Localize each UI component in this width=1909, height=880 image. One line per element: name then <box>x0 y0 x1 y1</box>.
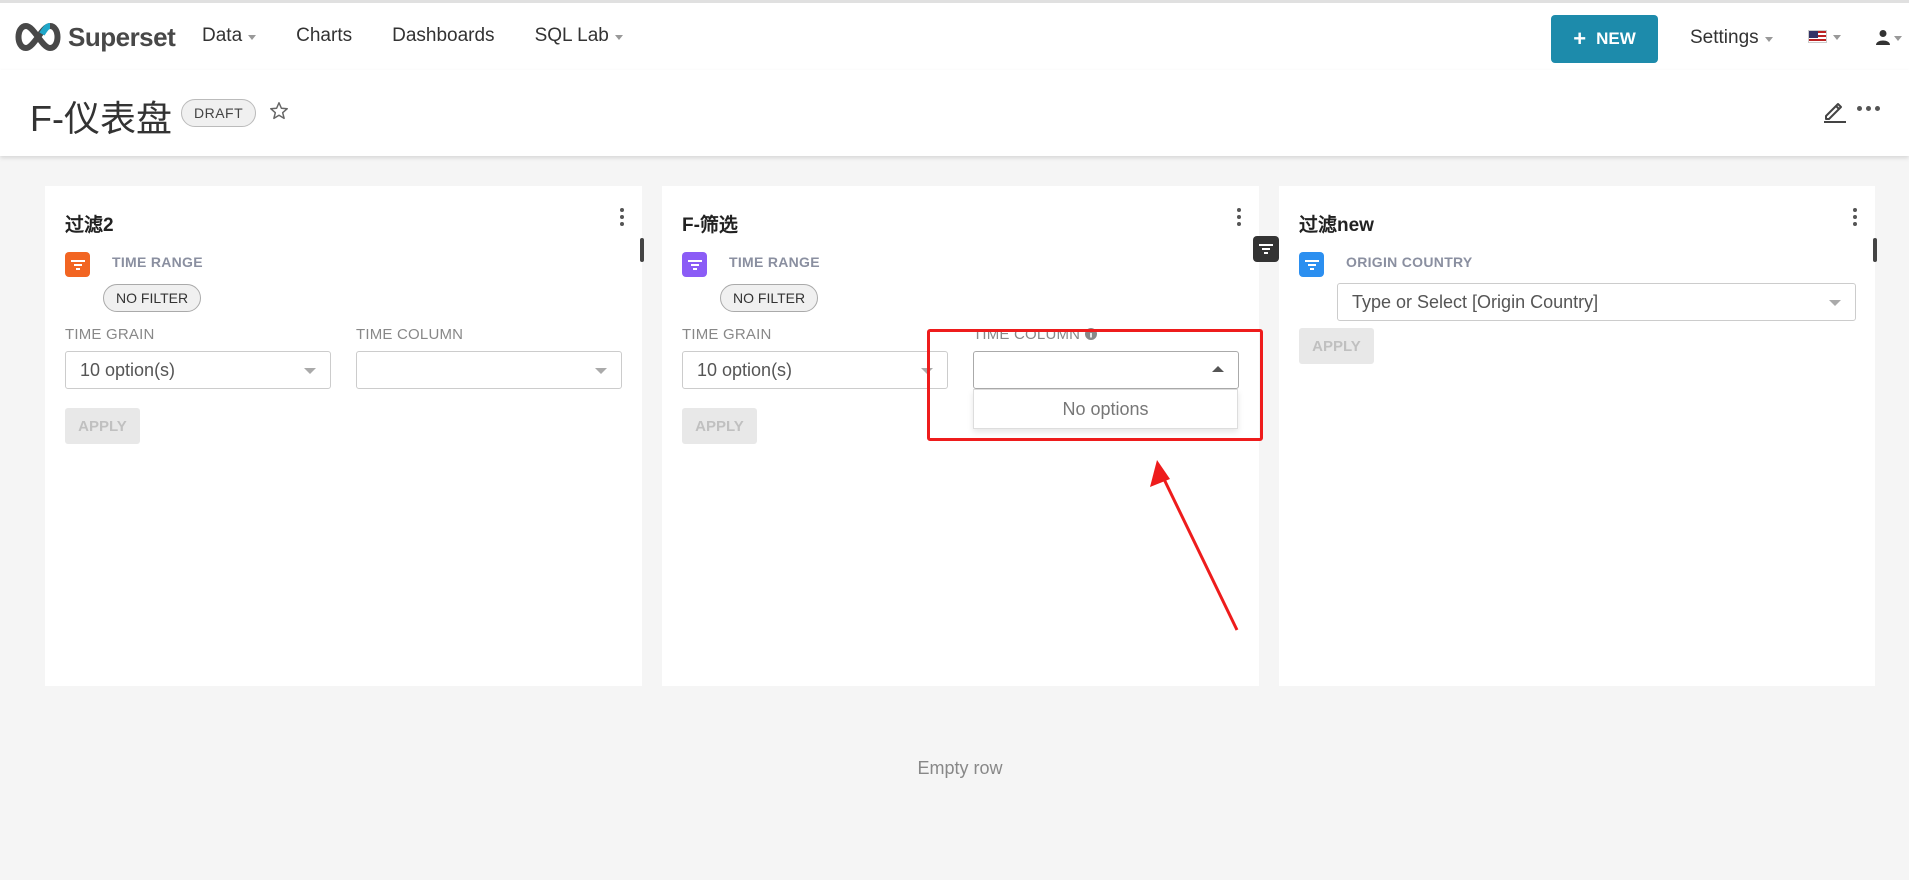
filter-indicator-icon[interactable] <box>1253 236 1279 262</box>
caret-down-icon <box>614 34 623 40</box>
brand-name: Superset <box>68 21 176 52</box>
annotation-arrow-icon <box>1150 460 1239 631</box>
dashboard-header: F-仪表盘 DRAFT <box>0 70 1909 156</box>
filter-icon <box>1299 252 1324 277</box>
main-nav: Data Charts Dashboards SQL Lab <box>202 25 623 47</box>
user-menu[interactable] <box>1876 29 1902 45</box>
more-horizontal-icon[interactable] <box>1857 106 1880 111</box>
time-grain-select[interactable]: 10 option(s) <box>65 351 331 389</box>
annotation-highlight-box <box>927 329 1263 441</box>
select-value: 10 option(s) <box>697 359 793 380</box>
filter-label: ORIGIN COUNTRY <box>1346 254 1473 270</box>
us-flag-icon <box>1808 30 1827 43</box>
new-button-label: NEW <box>1596 29 1636 48</box>
filter-label: TIME RANGE <box>729 254 820 270</box>
chevron-down-icon <box>595 368 607 374</box>
more-vertical-icon[interactable] <box>620 208 624 226</box>
resize-handle[interactable] <box>1873 238 1877 262</box>
caret-down-icon <box>1894 35 1902 41</box>
settings-menu[interactable]: Settings <box>1690 27 1773 49</box>
nav-item-label: Charts <box>296 25 353 46</box>
nav-item-sql-lab[interactable]: SQL Lab <box>535 25 623 47</box>
apply-button[interactable]: APPLY <box>65 408 140 444</box>
select-value: 10 option(s) <box>80 359 176 380</box>
filter-card-3: 过滤new ORIGIN COUNTRY Type or Select [Ori… <box>1279 186 1877 686</box>
top-navbar: Superset Data Charts Dashboards SQL Lab … <box>0 0 1909 70</box>
empty-row-label: Empty row <box>917 758 1003 778</box>
caret-down-icon <box>248 34 257 40</box>
card-title: F-筛选 <box>682 215 738 236</box>
filter-card-1: 过滤2 TIME RANGE NO FILTER TIME GRAIN 10 o… <box>45 186 644 686</box>
apply-button[interactable]: APPLY <box>682 408 757 444</box>
nav-item-label: Dashboards <box>392 25 495 46</box>
no-filter-badge[interactable]: NO FILTER <box>720 284 819 312</box>
nav-item-charts[interactable]: Charts <box>296 25 352 47</box>
origin-country-select[interactable]: Type or Select [Origin Country] <box>1337 283 1856 321</box>
status-badge: DRAFT <box>181 99 257 127</box>
star-icon[interactable] <box>268 100 290 122</box>
card-title: 过滤2 <box>65 215 114 236</box>
nav-item-dashboards[interactable]: Dashboards <box>392 25 494 47</box>
time-grain-label: TIME GRAIN <box>682 326 772 343</box>
plus-icon: + <box>1573 26 1587 51</box>
dashboard-title[interactable]: F-仪表盘 <box>30 90 172 142</box>
no-filter-badge[interactable]: NO FILTER <box>103 284 202 312</box>
nav-item-data[interactable]: Data <box>202 25 257 47</box>
filter-icon <box>65 252 90 277</box>
apply-button[interactable]: APPLY <box>1299 328 1374 364</box>
nav-item-label: Data <box>202 25 243 46</box>
filter-label: TIME RANGE <box>112 254 203 270</box>
card-title: 过滤new <box>1299 215 1374 236</box>
resize-handle[interactable] <box>640 238 644 262</box>
time-grain-label: TIME GRAIN <box>65 326 155 343</box>
more-vertical-icon[interactable] <box>1237 208 1241 226</box>
chevron-down-icon <box>1829 300 1841 306</box>
caret-down-icon <box>1764 36 1773 42</box>
time-column-label: TIME COLUMN <box>356 326 464 343</box>
chevron-down-icon <box>304 368 316 374</box>
superset-logo-icon <box>15 22 61 52</box>
caret-down-icon <box>1833 35 1841 40</box>
time-column-select[interactable] <box>356 351 622 389</box>
user-icon <box>1876 30 1890 45</box>
settings-label: Settings <box>1690 27 1759 48</box>
filter-icon <box>682 252 707 277</box>
new-button[interactable]: + NEW <box>1551 15 1658 63</box>
brand-logo[interactable]: Superset <box>12 20 176 54</box>
more-vertical-icon[interactable] <box>1853 208 1857 226</box>
nav-item-label: SQL Lab <box>534 25 609 46</box>
edit-pencil-icon[interactable] <box>1820 96 1848 124</box>
time-grain-select[interactable]: 10 option(s) <box>682 351 948 389</box>
select-placeholder: Type or Select [Origin Country] <box>1352 291 1599 312</box>
language-selector[interactable] <box>1808 30 1841 43</box>
